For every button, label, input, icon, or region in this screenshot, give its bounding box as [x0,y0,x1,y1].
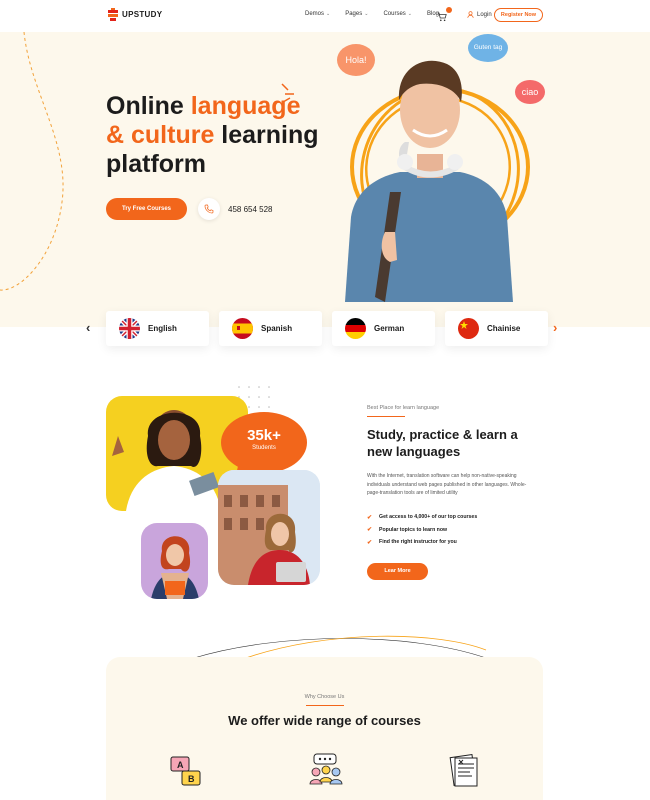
checklist-item: ✔ Find the right instructor for you [367,539,457,546]
feature-checklist: ✔ Get access to 4,000+ of our top courses… [367,511,477,549]
language-card-spanish[interactable]: Spanish [219,311,322,346]
uk-flag-icon [119,318,140,339]
language-carousel: English Spanish German Chainise [106,311,548,346]
why-choose-us-section: Why Choose Us We offer wide range of cou… [106,657,543,800]
language-card-english[interactable]: English [106,311,209,346]
label-underline [306,705,344,706]
cart-count-badge [446,7,452,13]
check-icon: ✔ [367,539,373,546]
about-section-label: Best Place for learn language [367,405,440,411]
language-card-chinese[interactable]: Chainise [445,311,548,346]
student-photo-purple [141,523,208,599]
try-free-courses-button[interactable]: Try Free Courses [106,198,187,220]
language-name: English [148,324,177,333]
menu-item-pages[interactable]: Pages ⌄ [345,11,368,17]
chevron-down-icon: ⌄ [364,11,369,17]
hero-title: Online language & culture learning platf… [106,92,319,178]
why-title: We offer wide range of courses [228,713,421,728]
hero-section: Hola! Guten tag ciao Online language & c… [0,32,650,327]
cart-icon [437,12,447,22]
group-chat-icon [309,753,343,785]
student-photo-building [218,470,320,585]
language-name: Chainise [487,324,521,333]
speech-bubble-guten-tag: Guten tag [468,34,508,62]
about-title: Study, practice & learn a new languages [367,427,518,459]
login-link[interactable]: Login [467,11,492,18]
students-label: Students [252,445,276,451]
menu-item-courses[interactable]: Courses ⌄ [383,11,412,17]
checklist-item: ✔ Popular topics to learn now [367,526,448,534]
logo-icon [108,8,118,21]
decorative-dashed-curve [0,32,64,291]
decorative-arcs [193,635,487,660]
speech-bubble-hola: Hola! [337,44,375,76]
label-underline [367,416,405,417]
phone-icon [198,198,220,220]
china-flag-icon [458,318,479,339]
logo-text: UPSTUDY [122,10,163,19]
students-stat-badge: 35k+ Students [221,412,307,473]
svg-text:A: A [177,760,184,770]
phone-number: 458 654 528 [228,204,273,214]
check-icon: ✔ [367,514,373,521]
cart-button[interactable] [437,7,452,22]
carousel-prev-arrow[interactable]: ‹ [86,320,90,335]
carousel-next-arrow[interactable]: › [553,320,557,335]
phone-contact[interactable]: 458 654 528 [198,198,273,220]
chevron-down-icon: ⌄ [407,11,412,17]
user-icon [467,11,474,18]
language-name: German [374,324,405,333]
check-icon: ✔ [367,527,373,534]
top-navbar: UPSTUDY Demos ⌄ Pages ⌄ Courses ⌄ Blog Logi… [0,0,650,32]
menu-item-demos[interactable]: Demos ⌄ [305,11,330,17]
language-name: Spanish [261,324,293,333]
svg-text:B: B [188,774,195,784]
about-description: With the Internet, translation software … [367,473,527,496]
register-button[interactable]: Register Now [494,8,543,22]
checklist-item: ✔ Get access to 4,000+ of our top courses [367,514,478,521]
speech-bubble-ciao: ciao [515,80,545,104]
students-count: 35k+ [247,427,281,444]
logo[interactable]: UPSTUDY [108,8,162,21]
germany-flag-icon [345,318,366,339]
hero-student-image [345,60,513,302]
certificate-icon [449,754,478,787]
spain-flag-icon [232,318,253,339]
learn-more-button[interactable]: Lear More [367,563,428,580]
main-menu: Demos ⌄ Pages ⌄ Courses ⌄ Blog [305,11,439,17]
chevron-down-icon: ⌄ [326,11,331,17]
translate-icon: A B [170,756,201,786]
language-card-german[interactable]: German [332,311,435,346]
why-section-label: Why Choose Us [304,694,345,700]
login-label: Login [477,11,492,18]
